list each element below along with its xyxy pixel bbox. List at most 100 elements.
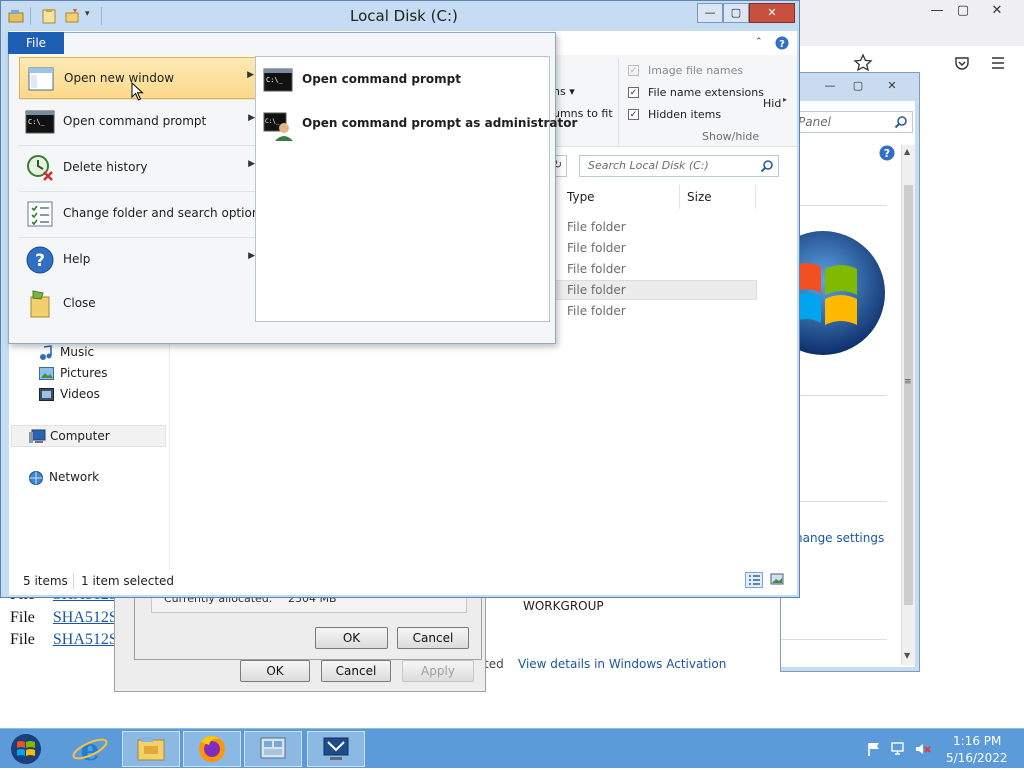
minimize-ribbon-icon[interactable]: ⌃ — [755, 37, 763, 47]
admin-command-prompt-icon: C:\_ — [263, 111, 293, 141]
ribbon-cut-label[interactable]: ns ▾ — [553, 85, 575, 98]
close-button[interactable]: ✕ — [749, 3, 795, 23]
menu-item-open-command-prompt[interactable]: C:\_ Open command prompt ▶ — [19, 101, 263, 143]
search-box[interactable]: Search Local Disk (C:) — [579, 155, 779, 177]
command-prompt-icon: C:\_ — [25, 107, 55, 137]
image-file-names-option[interactable]: ✓ Image file names — [628, 63, 768, 81]
inner-ok-button[interactable]: OK — [315, 627, 388, 649]
nav-item-computer[interactable]: Computer — [11, 425, 166, 447]
firefox-icon[interactable] — [183, 731, 241, 767]
menu-item-label: Delete history — [63, 160, 148, 174]
outer-apply-button[interactable]: Apply — [402, 660, 474, 682]
nav-label: Computer — [50, 429, 110, 443]
svg-text:C:\_: C:\_ — [266, 76, 284, 84]
network-status-icon[interactable] — [890, 741, 908, 757]
pocket-icon[interactable] — [953, 54, 971, 72]
volume-muted-icon[interactable] — [914, 741, 932, 757]
svg-text:C:\_: C:\_ — [28, 118, 46, 126]
scroll-down-icon[interactable]: ▼ — [904, 651, 910, 660]
details-view-icon[interactable] — [745, 572, 763, 588]
table-row[interactable]: File folder — [553, 259, 757, 279]
outer-cancel-button[interactable]: Cancel — [321, 660, 391, 682]
large-icons-view-icon[interactable] — [769, 572, 787, 588]
divider — [755, 185, 756, 209]
explorer-app-icon[interactable] — [8, 8, 24, 24]
system-minimize-button[interactable]: — — [817, 77, 843, 95]
minimize-button[interactable]: — — [697, 3, 723, 23]
activation-link[interactable]: View details in Windows Activation — [518, 657, 726, 671]
nav-item-music[interactable]: Music — [37, 343, 167, 363]
column-size[interactable]: Size — [687, 190, 712, 204]
outer-ok-button[interactable]: OK — [240, 660, 310, 682]
action-center-flag-icon[interactable] — [866, 741, 882, 757]
menu-item-label: Open new window — [64, 71, 175, 85]
nav-item-network[interactable]: Network — [11, 467, 166, 489]
checkbox-icon[interactable]: ✓ — [628, 87, 639, 98]
divider — [169, 321, 170, 569]
column-type[interactable]: Type — [567, 190, 595, 204]
menu-item-close[interactable]: Close — [19, 283, 263, 325]
star-icon[interactable] — [852, 52, 874, 74]
search-icon[interactable] — [760, 159, 774, 173]
menu-item-change-folder-options[interactable]: Change folder and search options — [19, 193, 266, 235]
file-tab[interactable]: File — [8, 32, 64, 54]
table-row[interactable]: File folder — [553, 301, 757, 321]
server-manager-icon[interactable] — [244, 731, 302, 767]
sha512-link[interactable]: SHA512S — [53, 609, 118, 626]
windows-logo — [761, 227, 891, 367]
browser-minimize-button[interactable]: — — [924, 2, 950, 20]
nav-label: Music — [60, 345, 95, 359]
nav-item-videos[interactable]: Videos — [37, 385, 167, 405]
start-button[interactable] — [0, 731, 52, 767]
ribbon-scroll-icon[interactable]: ▸ — [783, 95, 787, 104]
search-placeholder: Panel — [798, 115, 831, 129]
divider — [797, 501, 887, 502]
new-folder-icon[interactable] — [64, 8, 80, 24]
scroll-up-icon[interactable]: ▲ — [904, 147, 910, 156]
menu-item-help[interactable]: ? Help ▶ — [19, 239, 263, 281]
help-icon[interactable]: ? — [879, 145, 895, 161]
scroll-grip-icon: ≡ — [904, 377, 912, 387]
control-panel-search[interactable]: Panel — [797, 111, 913, 133]
scrollbar-thumb[interactable] — [904, 185, 913, 605]
system-window: — ▢ ✕ Panel ? hange settings ≡ ▲ ▼ — [761, 72, 920, 672]
checkbox-icon[interactable]: ✓ — [628, 65, 639, 76]
remote-desktop-icon[interactable] — [307, 731, 365, 767]
file-explorer-icon[interactable] — [122, 731, 180, 767]
clock-time[interactable]: 1:16 PM — [953, 734, 1001, 748]
pictures-icon — [39, 367, 54, 380]
delete-history-icon — [25, 153, 55, 183]
workgroup-value: WORKGROUP — [523, 599, 604, 613]
menu-item-delete-history[interactable]: Delete history ▶ — [19, 147, 263, 189]
maximize-button[interactable]: ▢ — [723, 3, 749, 23]
help-icon[interactable]: ? — [775, 36, 789, 50]
table-row[interactable]: File folder — [553, 217, 757, 237]
hidden-items-option[interactable]: ✓ Hidden items — [628, 107, 768, 125]
svg-text:e: e — [80, 733, 99, 767]
submenu-item-open-command-prompt[interactable]: C:\_ Open command prompt — [260, 61, 546, 101]
clock-date[interactable]: 5/16/2022 — [946, 751, 1008, 765]
hamburger-menu-icon[interactable] — [990, 56, 1006, 70]
internet-explorer-icon[interactable]: e — [61, 731, 119, 768]
sha512-link[interactable]: SHA512S — [53, 631, 118, 648]
submenu-item-open-command-prompt-admin[interactable]: C:\_ Open command prompt as administrato… — [260, 105, 577, 145]
table-row[interactable]: File folder — [553, 238, 757, 258]
file-name-extensions-option[interactable]: ✓ File name extensions — [628, 85, 768, 103]
properties-icon[interactable] — [41, 8, 57, 24]
table-row-selected[interactable]: File folder — [553, 280, 757, 300]
quick-access-dropdown-icon[interactable]: ▾ — [85, 9, 90, 19]
scrollbar[interactable]: ≡ ▲ ▼ — [901, 145, 915, 665]
browser-maximize-button[interactable]: ▢ — [950, 2, 976, 20]
checkbox-icon[interactable]: ✓ — [628, 109, 639, 120]
browser-close-button[interactable]: ✕ — [984, 2, 1010, 20]
nav-item-pictures[interactable]: Pictures — [37, 364, 167, 384]
system-close-button[interactable]: ✕ — [879, 77, 905, 95]
change-settings-link[interactable]: hange settings — [795, 531, 884, 545]
hide-selected-label[interactable]: Hid — [763, 97, 781, 110]
system-maximize-button[interactable]: ▢ — [845, 77, 871, 95]
divider — [781, 639, 887, 640]
status-selected-count: 1 item selected — [81, 574, 175, 588]
nav-label: Videos — [60, 387, 100, 401]
inner-cancel-button[interactable]: Cancel — [397, 627, 469, 649]
submenu-arrow-icon: ▶ — [248, 113, 255, 123]
